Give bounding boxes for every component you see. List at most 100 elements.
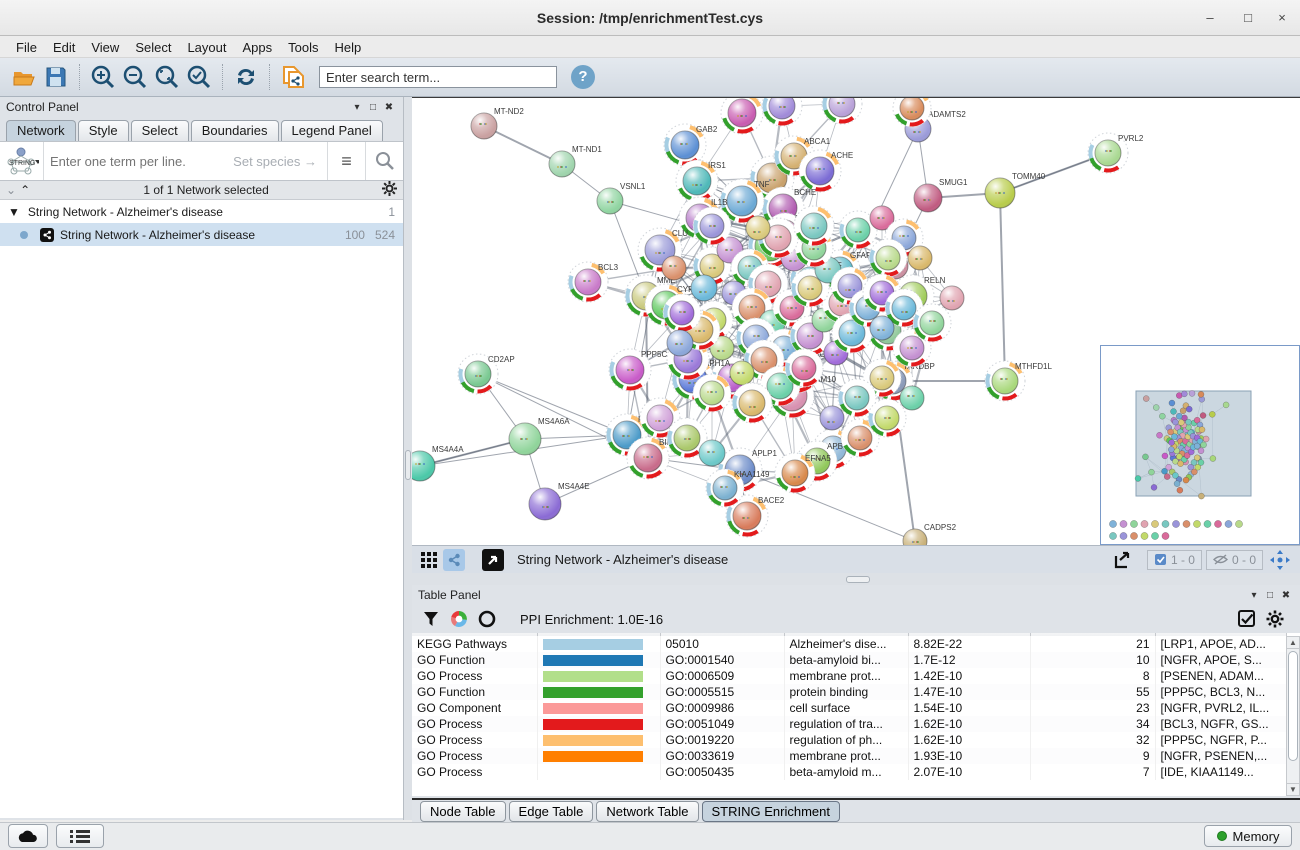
hidden-nodes-indicator[interactable]: 0 - 0 (1206, 550, 1263, 570)
string-options-icon[interactable]: ≡ (327, 142, 365, 180)
tab-legend-panel[interactable]: Legend Panel (281, 120, 383, 142)
task-list-button[interactable] (56, 824, 104, 848)
enrichment-row[interactable]: GO ProcessGO:0019220regulation of ph...1… (412, 732, 1286, 748)
close-button[interactable]: × (1272, 8, 1292, 28)
search-input[interactable] (319, 66, 557, 88)
chart-donut-icon[interactable] (448, 608, 470, 630)
species-hint[interactable]: Set species → (233, 154, 327, 169)
scroll-down-arrow[interactable]: ▼ (1287, 783, 1299, 795)
enrichment-row[interactable]: GO ProcessGO:0050435beta-amyloid m...2.0… (412, 764, 1286, 780)
network-node[interactable] (662, 256, 686, 280)
enrichment-row[interactable]: GO ComponentGO:0009986cell surface1.54E-… (412, 700, 1286, 716)
share-view-icon[interactable] (443, 549, 465, 571)
network-node[interactable]: MS4A6A (509, 417, 570, 455)
menu-tools[interactable]: Tools (280, 38, 326, 57)
zoom-selected-icon[interactable] (184, 62, 214, 92)
network-node[interactable] (817, 98, 866, 129)
network-node[interactable]: CADPS2 (903, 523, 957, 545)
zoom-fit-icon[interactable] (152, 62, 182, 92)
zoom-in-icon[interactable] (88, 62, 118, 92)
cloud-button[interactable] (8, 824, 48, 848)
tab-style[interactable]: Style (78, 120, 129, 142)
refresh-network-icon[interactable] (231, 62, 261, 92)
expand-all-icon[interactable]: ⌃ (20, 183, 30, 197)
menu-layout[interactable]: Layout (179, 38, 234, 57)
network-node[interactable] (691, 275, 717, 301)
tab-edge-table[interactable]: Edge Table (509, 801, 594, 822)
network-node[interactable] (758, 98, 807, 130)
export-view-icon[interactable] (1111, 549, 1133, 571)
panel-float-icon[interactable]: □ (365, 102, 381, 113)
network-node[interactable]: CD2AP (453, 349, 514, 398)
string-logo-icon[interactable]: STRING (0, 142, 44, 180)
panel-float-icon[interactable]: □ (1262, 590, 1278, 601)
enrichment-row[interactable]: KEGG Pathways05010Alzheimer's dise...8.8… (412, 636, 1286, 652)
network-node[interactable] (870, 316, 894, 340)
panel-close-icon[interactable]: ✖ (1278, 590, 1294, 601)
save-session-icon[interactable] (41, 62, 71, 92)
network-node[interactable] (820, 406, 844, 430)
network-node[interactable]: PPP5C (604, 344, 667, 396)
zoom-out-icon[interactable] (120, 62, 150, 92)
network-node[interactable] (900, 386, 924, 410)
tree-expander-icon[interactable]: ▼ (8, 205, 20, 219)
tab-string-enrichment[interactable]: STRING Enrichment (702, 801, 840, 822)
enrichment-row[interactable]: GO ProcessGO:0051049regulation of tra...… (412, 716, 1286, 732)
menu-help[interactable]: Help (327, 38, 370, 57)
network-node[interactable] (908, 246, 932, 270)
tab-node-table[interactable]: Node Table (420, 801, 506, 822)
select-checkbox-icon[interactable] (1236, 608, 1258, 630)
tab-network-table[interactable]: Network Table (596, 801, 698, 822)
menu-view[interactable]: View (83, 38, 127, 57)
menu-select[interactable]: Select (127, 38, 179, 57)
ring-chart-icon[interactable] (476, 608, 498, 630)
help-icon[interactable]: ? (571, 65, 595, 89)
network-node[interactable] (746, 216, 770, 240)
network-node[interactable]: MT-ND1 (549, 145, 602, 177)
maximize-button[interactable]: □ (1238, 8, 1258, 28)
network-node[interactable] (730, 361, 754, 385)
network-node[interactable]: MS4A4E (529, 482, 590, 520)
menu-edit[interactable]: Edit (45, 38, 83, 57)
panel-close-icon[interactable]: ✖ (381, 102, 397, 113)
enrichment-row[interactable]: GO ProcessGO:0006509membrane prot...1.42… (412, 668, 1286, 684)
detach-view-icon[interactable] (482, 549, 504, 571)
panel-collapse-icon[interactable]: ▾ (349, 102, 365, 113)
network-node[interactable]: BCL3 (563, 257, 618, 306)
enrichment-row[interactable]: GO FunctionGO:0005515protein binding1.47… (412, 684, 1286, 700)
horizontal-splitter-handle[interactable] (846, 576, 870, 583)
collapse-all-icon[interactable]: ⌄ (6, 183, 16, 197)
network-node[interactable]: MTHFD1L (980, 356, 1052, 405)
filter-icon[interactable] (420, 608, 442, 630)
network-row[interactable]: String Network - Alzheimer's disease 100… (0, 223, 403, 246)
network-node[interactable] (716, 98, 767, 139)
birds-eye-view[interactable] (1100, 345, 1300, 545)
network-node[interactable]: PVRL2 (1084, 129, 1144, 178)
table-vertical-scrollbar[interactable]: ▲ ▼ (1286, 636, 1300, 796)
network-node[interactable]: TOMM40 (985, 172, 1046, 208)
table-settings-gear-icon[interactable] (1264, 608, 1286, 630)
menu-apps[interactable]: Apps (235, 38, 281, 57)
enrichment-row[interactable]: GO FunctionGO:0001540beta-amyloid bi...1… (412, 652, 1286, 668)
tab-network[interactable]: Network (6, 120, 76, 142)
network-collection-row[interactable]: ▼ String Network - Alzheimer's disease 1 (0, 200, 403, 223)
memory-button[interactable]: Memory (1204, 825, 1292, 847)
string-term-input[interactable] (44, 154, 233, 169)
network-node[interactable] (667, 330, 693, 356)
vertical-splitter-handle[interactable] (405, 450, 411, 480)
tab-select[interactable]: Select (131, 120, 189, 142)
network-node[interactable] (940, 286, 964, 310)
minimize-button[interactable]: – (1200, 8, 1220, 28)
open-session-icon[interactable] (9, 62, 39, 92)
network-node[interactable] (699, 440, 725, 466)
pan-navigator-icon[interactable] (1269, 549, 1291, 571)
grid-view-icon[interactable] (418, 549, 440, 571)
scroll-up-arrow[interactable]: ▲ (1287, 637, 1299, 649)
copy-network-icon[interactable] (278, 62, 308, 92)
panel-collapse-icon[interactable]: ▾ (1246, 590, 1262, 601)
scroll-thumb[interactable] (1288, 651, 1298, 761)
enrichment-row[interactable]: GO ProcessGO:0033619membrane prot...1.93… (412, 748, 1286, 764)
string-search-icon[interactable] (365, 142, 403, 180)
network-options-gear-icon[interactable] (382, 181, 397, 199)
tab-boundaries[interactable]: Boundaries (191, 120, 279, 142)
